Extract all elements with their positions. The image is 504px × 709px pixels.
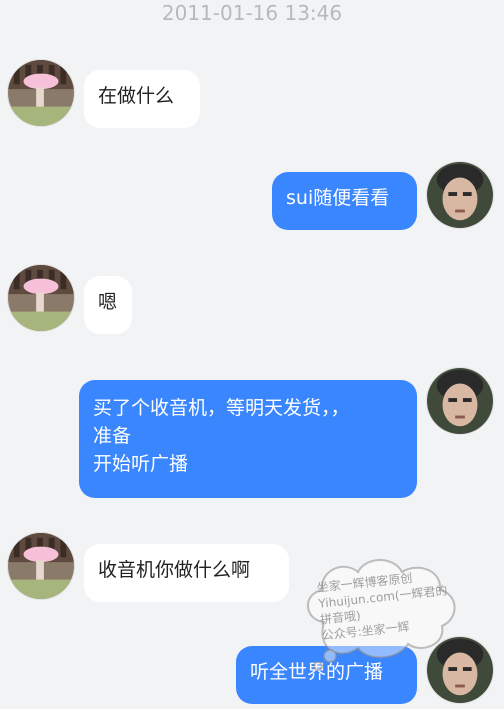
- avatar-boy-image: [427, 162, 493, 228]
- user-avatar[interactable]: [426, 367, 494, 435]
- avatar-girl-image: [8, 265, 74, 331]
- avatar-boy-image: [427, 637, 493, 703]
- watermark-line: Yihuijun.com(一辉君的: [317, 583, 448, 611]
- message-bubble-outgoing[interactable]: sui随便看看: [272, 172, 417, 230]
- avatar-girl-image: [8, 60, 74, 126]
- message-text: 嗯: [98, 291, 118, 313]
- message-bubble-outgoing[interactable]: 听全世界的广播: [236, 646, 417, 704]
- message-text: 收音机你做什么啊: [98, 559, 251, 581]
- message-line: 准备: [93, 425, 132, 447]
- message-line: 开始听广播: [93, 453, 189, 475]
- contact-avatar[interactable]: [7, 59, 75, 127]
- contact-avatar[interactable]: [7, 532, 75, 600]
- user-avatar[interactable]: [426, 161, 494, 229]
- watermark-line: 公众号:坐家一辉: [321, 619, 411, 643]
- contact-avatar[interactable]: [7, 264, 75, 332]
- avatar-girl-image: [8, 533, 74, 599]
- message-bubble-incoming[interactable]: 收音机你做什么啊: [84, 544, 289, 602]
- message-bubble-incoming[interactable]: 在做什么: [84, 70, 200, 128]
- user-avatar[interactable]: [426, 636, 494, 704]
- message-text: 听全世界的广播: [250, 661, 384, 683]
- watermark-line: 坐家一辉博客原创: [316, 570, 414, 595]
- chat-timestamp: 2011-01-16 13:46: [161, 1, 343, 25]
- message-bubble-outgoing[interactable]: 买了个收音机，等明天发货，， 准备 开始听广播: [79, 380, 417, 498]
- message-text: 在做什么: [98, 85, 175, 107]
- watermark-line: 拼音哦): [319, 608, 362, 627]
- message-bubble-incoming[interactable]: 嗯: [84, 276, 132, 334]
- message-line: 买了个收音机，等明天发货，，: [93, 397, 350, 419]
- avatar-boy-image: [427, 368, 493, 434]
- watermark-text: 坐家一辉博客原创 Yihuijun.com(一辉君的 拼音哦) 公众号:坐家一辉: [316, 565, 462, 643]
- message-text: sui随便看看: [286, 187, 390, 209]
